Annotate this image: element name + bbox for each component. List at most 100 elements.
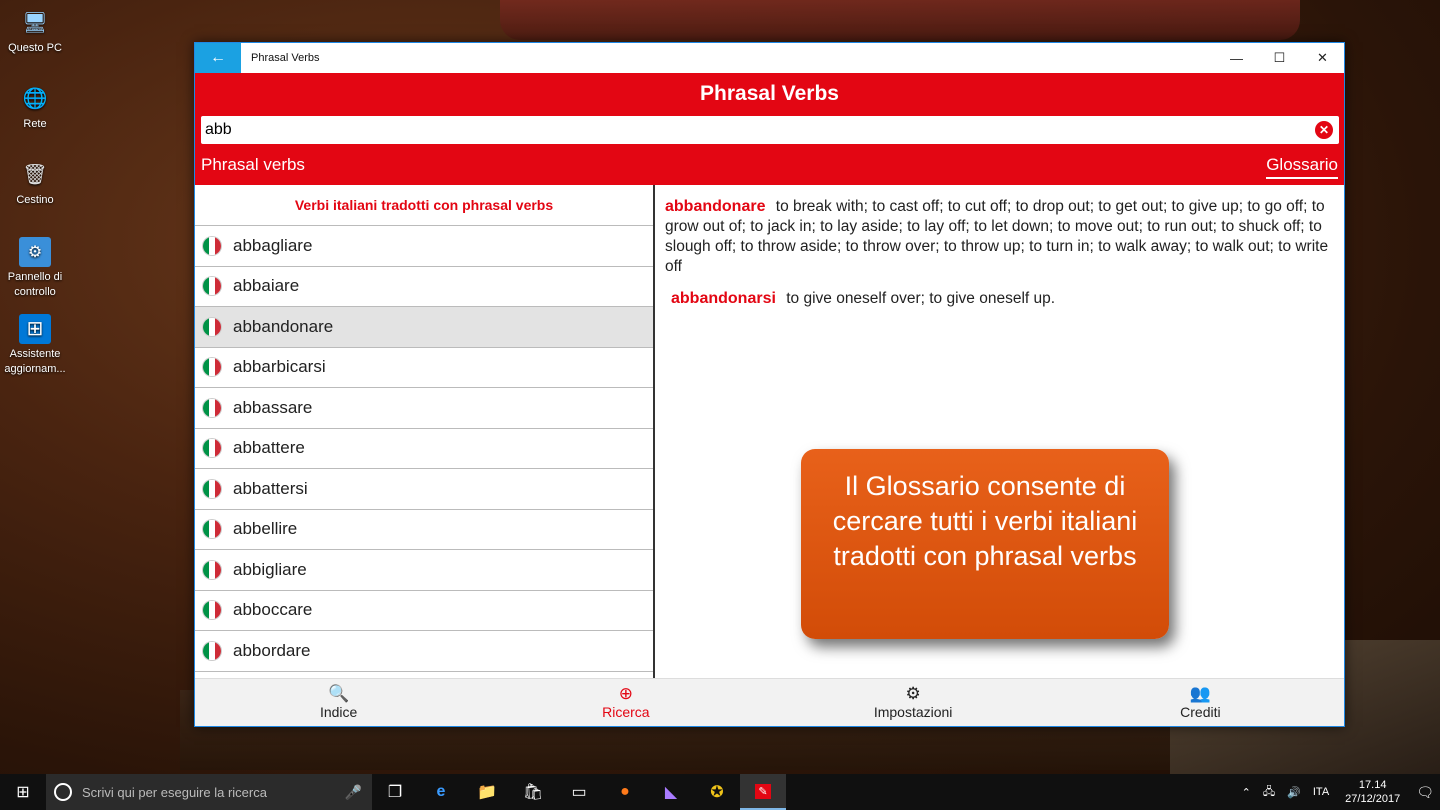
list-item-label: abbagliare: [233, 235, 313, 255]
window-title: Phrasal Verbs: [251, 52, 320, 64]
list-item[interactable]: abbordare: [195, 631, 653, 672]
list-item-label: abbattere: [233, 438, 305, 458]
network-tray-icon[interactable]: 🖧: [1263, 783, 1275, 802]
search-input[interactable]: [201, 121, 1315, 139]
desktop-icon-cestino[interactable]: 🗑 Cestino: [0, 160, 70, 208]
task-view-icon: ❐: [387, 784, 403, 801]
taskbar-search[interactable]: Scrivi qui per eseguire la ricerca 🎤: [46, 774, 372, 810]
clock-date: 27/12/2017: [1345, 793, 1401, 805]
visual-studio-icon: ◣: [664, 784, 678, 801]
recycle-bin-icon: 🗑: [22, 163, 48, 186]
zoom-in-icon: ⊕: [618, 684, 633, 703]
desktop-icon-label: Pannello di controllo: [7, 271, 63, 298]
app-title: Phrasal Verbs: [700, 82, 839, 105]
language-indicator[interactable]: ITA: [1313, 786, 1329, 798]
italian-flag-icon: [203, 358, 221, 377]
italian-flag-icon: [203, 236, 221, 255]
desktop-icon-assistente-aggiornamento[interactable]: ⊞ Assistente aggiornam...: [0, 314, 70, 377]
control-panel-icon: ⚙: [19, 237, 51, 267]
list-item[interactable]: abboccare: [195, 591, 653, 631]
start-button[interactable]: ⊞: [0, 774, 46, 810]
taskbar-terminal[interactable]: ▭: [556, 774, 602, 810]
nav-ricerca[interactable]: ⊕ Ricerca: [482, 679, 769, 726]
verb-list: Verbi italiani tradotti con phrasal verb…: [195, 185, 655, 679]
glossary-entry: abbandonare to break with; to cast off; …: [665, 197, 1334, 277]
list-item[interactable]: abbellire: [195, 510, 653, 550]
list-item-label: abboccare: [233, 600, 313, 620]
network-icon: 🌐: [22, 87, 48, 110]
notification-icon[interactable]: 🗨: [1416, 784, 1434, 801]
terminal-icon: ▭: [571, 784, 587, 801]
glossary-entry: abbandonarsi to give oneself over; to gi…: [665, 289, 1334, 309]
clear-icon: ✕: [1318, 123, 1330, 137]
taskbar-file-explorer[interactable]: 📁: [464, 774, 510, 810]
gear-icon: ⚙: [905, 684, 921, 703]
desktop-icon-label: Assistente aggiornam...: [4, 348, 66, 375]
nav-label: Ricerca: [602, 704, 650, 720]
bottom-nav: 🔍 Indice ⊕ Ricerca ⚙ Impostazioni 👥 Cred…: [195, 678, 1344, 726]
minimize-button[interactable]: —: [1215, 43, 1258, 73]
system-tray: ⌃ 🖧 🔊 ITA 17.14 27/12/2017 🗨: [1236, 778, 1440, 806]
entry-term: abbandonare: [665, 198, 766, 215]
nav-impostazioni[interactable]: ⚙ Impostazioni: [770, 679, 1057, 726]
task-view-button[interactable]: ❐: [372, 774, 418, 810]
background-book: [500, 0, 1300, 40]
taskbar-app[interactable]: ✪: [694, 774, 740, 810]
back-button[interactable]: ←: [195, 43, 241, 73]
list-item[interactable]: abbigliare: [195, 550, 653, 591]
list-item[interactable]: abbattere: [195, 429, 653, 469]
close-icon: ✕: [1317, 50, 1328, 65]
desktop-icon-pannello-di-controllo[interactable]: ⚙ Pannello di controllo: [0, 237, 70, 300]
nav-label: Indice: [319, 704, 358, 720]
list-item[interactable]: abbattersi: [195, 469, 653, 510]
phrasal-verbs-app-icon: ✎: [755, 783, 771, 799]
taskbar-visual-studio[interactable]: ◣: [648, 774, 694, 810]
list-item[interactable]: abbandonare: [195, 307, 653, 348]
people-icon: 👥: [1189, 684, 1211, 703]
desktop-icon-label: Cestino: [16, 194, 54, 206]
search-icon: 🔍: [328, 684, 350, 703]
store-icon: 🛍: [522, 784, 544, 801]
taskbar-phrasal-verbs[interactable]: ✎: [740, 774, 786, 810]
computer-icon: 🖥: [22, 11, 48, 34]
italian-flag-icon: [203, 317, 221, 336]
taskbar-firefox[interactable]: ●: [602, 774, 648, 810]
folder-icon: 📁: [477, 784, 497, 801]
clock[interactable]: 17.14 27/12/2017: [1345, 778, 1400, 806]
list-item-label: abbassare: [233, 397, 313, 417]
entry-definition: to give oneself over; to give oneself up…: [786, 290, 1056, 307]
maximize-button[interactable]: ☐: [1258, 43, 1301, 73]
nav-label: Impostazioni: [873, 704, 953, 720]
nav-indice[interactable]: 🔍 Indice: [195, 679, 482, 726]
desktop-icon-rete[interactable]: 🌐 Rete: [0, 84, 70, 132]
close-button[interactable]: ✕: [1301, 43, 1344, 73]
desktop-icon-label: Questo PC: [8, 42, 62, 54]
taskbar-edge[interactable]: e: [418, 774, 464, 810]
list-item-label: abbandonare: [233, 316, 334, 336]
list-item-label: abbordare: [233, 640, 311, 660]
list-item[interactable]: abbagliare: [195, 226, 653, 267]
microphone-icon[interactable]: 🎤: [345, 784, 362, 801]
taskbar: ⊞ Scrivi qui per eseguire la ricerca 🎤 ❐…: [0, 774, 1440, 810]
chevron-up-icon[interactable]: ⌃: [1242, 786, 1251, 799]
list-item[interactable]: abbarbicarsi: [195, 348, 653, 388]
list-item[interactable]: abbassare: [195, 388, 653, 429]
taskbar-store[interactable]: 🛍: [510, 774, 556, 810]
desktop-icon-questo-pc[interactable]: 🖥 Questo PC: [0, 8, 70, 56]
clear-search-button[interactable]: ✕: [1315, 121, 1333, 139]
nav-crediti[interactable]: 👥 Crediti: [1057, 679, 1344, 726]
app-window: ← Phrasal Verbs — ☐ ✕ Phrasal Verbs ✕ Ph…: [194, 42, 1345, 727]
list-item[interactable]: abbaiare: [195, 267, 653, 307]
volume-icon[interactable]: 🔊: [1287, 786, 1301, 799]
italian-flag-icon: [203, 479, 221, 498]
tab-phrasal-verbs[interactable]: Phrasal verbs: [201, 155, 305, 179]
italian-flag-icon: [203, 601, 221, 620]
app-icon: ✪: [710, 784, 724, 801]
app-header: Phrasal Verbs ✕ Phrasal verbs Glossario: [195, 73, 1344, 185]
nav-label: Crediti: [1180, 704, 1221, 720]
desktop-icon-label: Rete: [23, 118, 47, 130]
list-item-label: abbattersi: [233, 478, 308, 498]
italian-flag-icon: [203, 520, 221, 539]
tab-glossario[interactable]: Glossario: [1266, 155, 1338, 179]
cortana-icon: [54, 783, 72, 801]
